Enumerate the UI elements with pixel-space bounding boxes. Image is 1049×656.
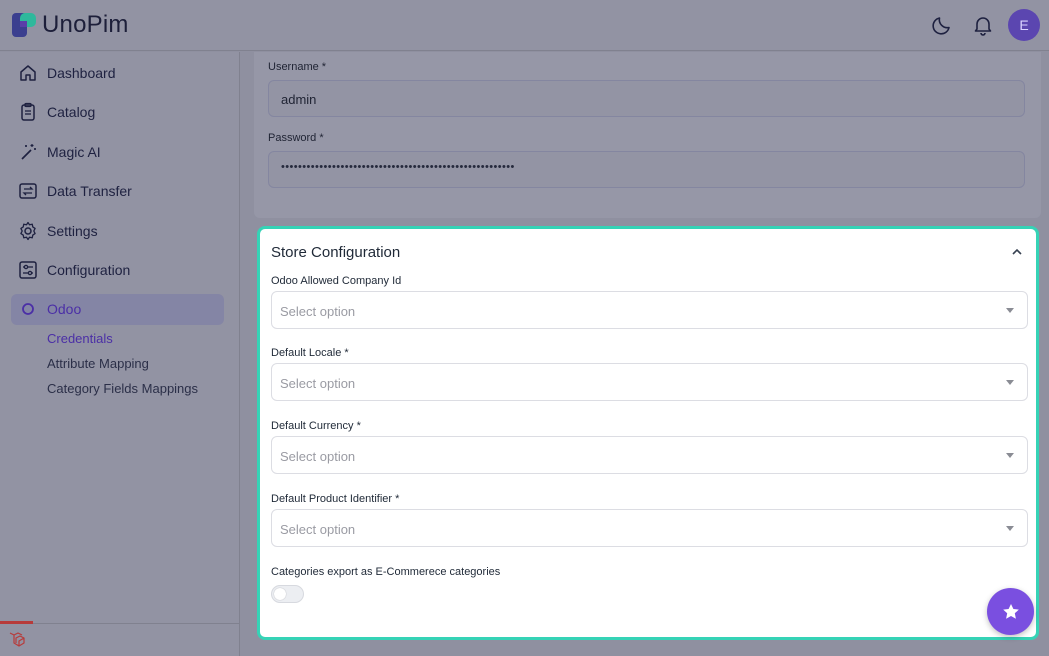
clipboard-icon [18,102,38,122]
username-label: Username * [268,61,327,73]
sidebar-item-magic-ai[interactable]: Magic AI [11,137,224,168]
home-icon [18,63,38,83]
default-product-identifier-select[interactable]: Select option [271,509,1028,547]
select-placeholder: Select option [280,376,356,391]
transfer-icon [18,181,38,201]
default-locale-select[interactable]: Select option [271,363,1028,401]
username-field[interactable]: admin [268,80,1025,117]
magic-ai-fab[interactable] [987,588,1034,635]
default-locale-label: Default Locale * [271,347,349,359]
sidebar-subitem-credentials[interactable]: Credentials [47,331,113,346]
default-product-identifier-label: Default Product Identifier * [271,493,400,505]
magic-wand-icon [18,142,38,162]
sidebar-item-label: Dashboard [47,65,116,81]
select-placeholder: Select option [280,449,356,464]
store-configuration-card: Store Configuration Odoo Allowed Company… [257,226,1039,640]
star-icon [1002,603,1019,619]
sidebar-item-dashboard[interactable]: Dashboard [11,58,224,89]
password-value: ••••••••••••••••••••••••••••••••••••••••… [281,161,515,173]
unopim-logo-icon [10,11,38,39]
select-placeholder: Select option [280,304,356,319]
circle-icon [18,299,38,319]
toggle-knob [274,588,286,600]
company-id-label: Odoo Allowed Company Id [271,275,402,287]
sidebar-item-label: Catalog [47,104,96,120]
chevron-down-icon [1006,380,1014,385]
username-value: admin [281,92,317,107]
chevron-down-icon [1006,308,1014,313]
sidebar-subitem-attribute-mapping[interactable]: Attribute Mapping [47,356,149,371]
sidebar-item-label: Odoo [47,301,82,317]
password-field[interactable]: ••••••••••••••••••••••••••••••••••••••••… [268,151,1025,188]
sidebar-item-catalog[interactable]: Catalog [11,97,224,128]
sidebar-item-label: Data Transfer [47,183,132,199]
sidebar-item-label: Magic AI [47,144,101,160]
chevron-up-icon[interactable] [1010,245,1024,259]
sidebar-item-settings[interactable]: Settings [11,216,224,247]
categories-export-toggle[interactable] [271,585,304,603]
sidebar-item-label: Configuration [47,262,131,278]
select-placeholder: Select option [280,522,356,537]
bell-icon[interactable] [971,13,995,37]
laravel-icon[interactable] [0,621,33,654]
logo[interactable]: UnoPim [10,11,129,39]
user-avatar[interactable]: E [1008,9,1040,41]
app-name: UnoPim [42,11,129,38]
sidebar-footer [0,621,240,656]
moon-icon[interactable] [930,13,954,37]
section-title: Store Configuration [271,244,401,261]
company-id-select[interactable]: Select option [271,291,1028,329]
sidebar-subitem-category-fields-mappings[interactable]: Category Fields Mappings [47,381,198,396]
sidebar-item-data-transfer[interactable]: Data Transfer [11,176,224,207]
sidebar-item-odoo[interactable]: Odoo [11,294,224,325]
sidebar: Dashboard Catalog Magic AI Data Transfer… [0,52,240,656]
credentials-card [254,52,1041,218]
default-currency-label: Default Currency * [271,420,361,432]
categories-export-label: Categories export as E-Commerece categor… [271,566,501,578]
password-label: Password * [268,132,324,144]
chevron-down-icon [1006,453,1014,458]
sidebar-item-configuration[interactable]: Configuration [11,255,224,286]
gear-icon [18,221,38,241]
sliders-icon [18,260,38,280]
default-currency-select[interactable]: Select option [271,436,1028,474]
chevron-down-icon [1006,526,1014,531]
sidebar-item-label: Settings [47,223,98,239]
top-header: UnoPim E [0,0,1049,51]
